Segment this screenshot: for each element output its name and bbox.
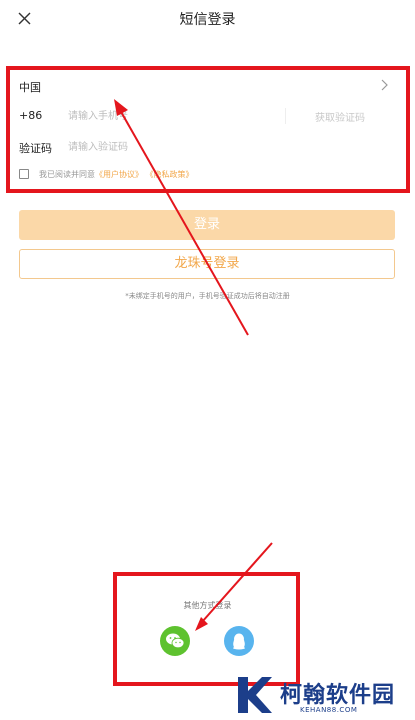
top-bar: 短信登录 [0,0,415,40]
agreement-prefix: 我已阅读并同意 [39,170,95,179]
kehan-logo-icon [238,677,272,713]
alternate-login-button[interactable]: 龙珠号登录 [19,249,395,279]
annotation-box-social [113,572,300,686]
login-button[interactable]: 登录 [19,210,395,240]
qq-icon [233,633,245,650]
watermark: 柯翰软件园 KEHAN88.COM [234,673,404,717]
chevron-right-icon [379,77,391,93]
country-label: 中国 [19,81,41,94]
qq-login-button[interactable] [224,626,254,656]
wechat-login-button[interactable] [160,626,190,656]
agreement-text: 我已阅读并同意《用户协议》 《隐私政策》 [39,169,194,180]
code-input[interactable] [68,137,288,157]
agreement-checkbox[interactable] [19,169,29,179]
get-code-button[interactable]: 获取验证码 [315,109,365,124]
phone-prefix[interactable]: +86 [19,109,42,122]
divider [285,108,286,124]
other-login-label: 其他方式登录 [183,601,232,610]
privacy-policy-link[interactable]: 《隐私政策》 [146,170,194,179]
country-selector[interactable]: 中国 [19,77,395,95]
registration-hint: *未绑定手机号的用户，手机号验证成功后将自动注册 [125,292,290,300]
user-agreement-link[interactable]: 《用户协议》 [95,170,143,179]
code-row: 验证码 [19,137,395,157]
watermark-brand: 柯翰软件园 [280,683,396,708]
phone-input[interactable] [68,106,258,126]
wechat-icon [166,633,185,649]
page-title: 短信登录 [179,12,236,28]
watermark-url: KEHAN88.COM [300,706,358,714]
phone-row: +86 获取验证码 [19,106,395,126]
code-label: 验证码 [19,142,52,155]
